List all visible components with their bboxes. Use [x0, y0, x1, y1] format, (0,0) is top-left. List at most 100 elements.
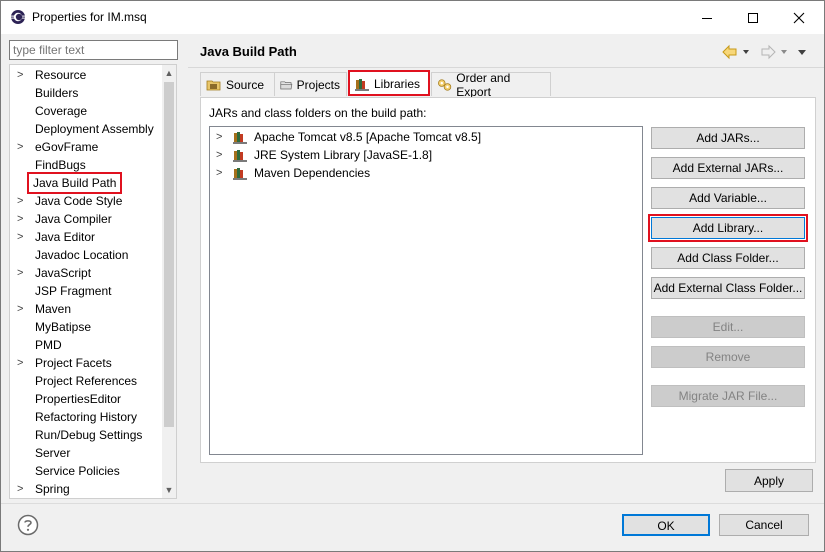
- tree-item-label: Project References: [35, 374, 138, 388]
- filter-input[interactable]: [9, 40, 178, 60]
- tree-item[interactable]: MyBatipse: [10, 318, 160, 336]
- cancel-button[interactable]: Cancel: [719, 514, 809, 536]
- apply-button[interactable]: Apply: [725, 469, 813, 492]
- tree-item-label: Deployment Assembly: [35, 122, 154, 136]
- library-tree[interactable]: > Apache Tomcat v8.5 [Apache Tomcat v8.5…: [209, 126, 643, 455]
- sash[interactable]: [179, 34, 185, 504]
- tree-item[interactable]: PMD: [10, 336, 160, 354]
- tree-item-label: FindBugs: [35, 158, 86, 172]
- tree-item-label: Server: [35, 446, 71, 460]
- edit-button[interactable]: Edit...: [651, 316, 805, 338]
- expand-chevron-icon[interactable]: >: [17, 192, 27, 210]
- close-icon: [793, 12, 805, 23]
- tab-libraries-label: Libraries: [374, 76, 421, 91]
- tab-source-label: Source: [226, 77, 265, 92]
- tree-item-label: Builders: [35, 86, 79, 100]
- tree-item-label: Java Compiler: [35, 212, 112, 226]
- tab-order-export[interactable]: Order and Export: [431, 70, 551, 99]
- expand-chevron-icon[interactable]: >: [17, 138, 27, 156]
- forward-menu-chevron-icon[interactable]: [781, 50, 787, 54]
- expand-chevron-icon[interactable]: >: [216, 146, 222, 164]
- tree-item[interactable]: Javadoc Location: [10, 246, 160, 264]
- minimize-button[interactable]: [684, 1, 730, 34]
- tree-item[interactable]: Run/Debug Settings: [10, 426, 160, 444]
- add-library-button[interactable]: Add Library...: [648, 214, 808, 242]
- expand-chevron-icon[interactable]: >: [17, 264, 27, 282]
- eclipse-icon: [11, 10, 25, 24]
- add-class-folder-button[interactable]: Add Class Folder...: [651, 247, 805, 269]
- add-variable-button[interactable]: Add Variable...: [651, 187, 805, 209]
- tree-scrollbar[interactable]: ▲ ▼: [162, 65, 176, 498]
- tree-item[interactable]: > Java Code Style: [10, 192, 160, 210]
- expand-chevron-icon[interactable]: >: [17, 300, 27, 318]
- tree-item[interactable]: > Spring: [10, 480, 160, 498]
- migrate-jar-button[interactable]: Migrate JAR File...: [651, 385, 805, 407]
- tree-item[interactable]: Deployment Assembly: [10, 120, 160, 138]
- back-menu-chevron-icon[interactable]: [743, 50, 749, 54]
- tree-item[interactable]: > eGovFrame: [10, 138, 160, 156]
- back-arrow-icon[interactable]: [722, 44, 737, 60]
- tree-item[interactable]: > Project Facets: [10, 354, 160, 372]
- expand-chevron-icon[interactable]: >: [17, 228, 27, 246]
- tree-item-label: MyBatipse: [35, 320, 92, 334]
- ok-button[interactable]: OK: [622, 514, 710, 536]
- tree-item-label: Resource: [35, 68, 87, 82]
- expand-chevron-icon[interactable]: >: [216, 164, 222, 182]
- tree-item-label: Refactoring History: [35, 410, 138, 424]
- tree-item[interactable]: Builders: [10, 84, 160, 102]
- expand-chevron-icon[interactable]: >: [17, 210, 27, 228]
- remove-button[interactable]: Remove: [651, 346, 805, 368]
- tab-libraries[interactable]: Libraries: [348, 70, 430, 96]
- tab-projects[interactable]: Projects: [274, 72, 347, 96]
- properties-dialog: Properties for IM.msq > Spring Service Pol…: [0, 0, 825, 552]
- tree-item-label: Java Code Style: [35, 194, 123, 208]
- expand-chevron-icon[interactable]: >: [17, 354, 27, 372]
- tree-item[interactable]: Project References: [10, 372, 160, 390]
- tree-item-label: Java Editor: [35, 230, 96, 244]
- add-jars-button[interactable]: Add JARs...: [651, 127, 805, 149]
- jar-list-label: JARs and class folders on the build path…: [209, 106, 427, 120]
- tree-item-label: Project Facets: [35, 356, 112, 370]
- tree-item[interactable]: > Java Editor: [10, 228, 160, 246]
- expand-chevron-icon[interactable]: >: [216, 128, 222, 146]
- maximize-button[interactable]: [730, 1, 776, 34]
- scroll-thumb[interactable]: [164, 82, 174, 427]
- tree-item[interactable]: Service Policies: [10, 462, 160, 480]
- scroll-up-icon[interactable]: ▲: [162, 65, 176, 81]
- source-folder-icon: [206, 80, 221, 90]
- title-separator: [188, 67, 824, 68]
- scroll-down-icon[interactable]: ▼: [162, 482, 176, 498]
- tree-item-label: JavaScript: [35, 266, 92, 280]
- tab-source[interactable]: Source: [200, 72, 275, 96]
- tree-item[interactable]: > JavaScript: [10, 264, 160, 282]
- tree-item[interactable]: > Resource: [10, 66, 160, 84]
- maximize-icon: [748, 12, 758, 23]
- expand-chevron-icon[interactable]: >: [17, 66, 27, 84]
- forward-arrow-icon[interactable]: [761, 44, 776, 60]
- projects-icon: [280, 80, 293, 89]
- library-icon: [233, 132, 247, 144]
- view-menu-icon[interactable]: [798, 50, 806, 55]
- tree-item-label: eGovFrame: [35, 140, 99, 154]
- expand-chevron-icon[interactable]: >: [17, 480, 27, 498]
- tree-item[interactable]: Java Build Path: [10, 172, 160, 194]
- add-external-jars-button[interactable]: Add External JARs...: [651, 157, 805, 179]
- tree-item-label: PMD: [35, 338, 62, 352]
- history-nav: [722, 44, 806, 60]
- tree-item[interactable]: Server: [10, 444, 160, 462]
- help-icon[interactable]: [17, 514, 39, 536]
- tree-item[interactable]: PropertiesEditor: [10, 390, 160, 408]
- tree-item[interactable]: Refactoring History: [10, 408, 160, 426]
- add-external-class-folder-button[interactable]: Add External Class Folder...: [651, 277, 805, 299]
- tree-item-label: Coverage: [35, 104, 88, 118]
- tree-item[interactable]: > Maven: [10, 300, 160, 318]
- tree-item[interactable]: JSP Fragment: [10, 282, 160, 300]
- tree-item[interactable]: Coverage: [10, 102, 160, 120]
- property-tree: > Spring Service Policies Server Run/Debug S…: [9, 64, 177, 499]
- tab-order-export-label: Order and Export: [456, 70, 511, 99]
- tree-item-label: Service Policies: [35, 464, 120, 478]
- tree-item[interactable]: FindBugs: [10, 156, 160, 174]
- tree-item[interactable]: > Java Compiler: [10, 210, 160, 228]
- library-label: JRE System Library [JavaSE-1.8]: [254, 148, 433, 162]
- close-button[interactable]: [776, 1, 822, 34]
